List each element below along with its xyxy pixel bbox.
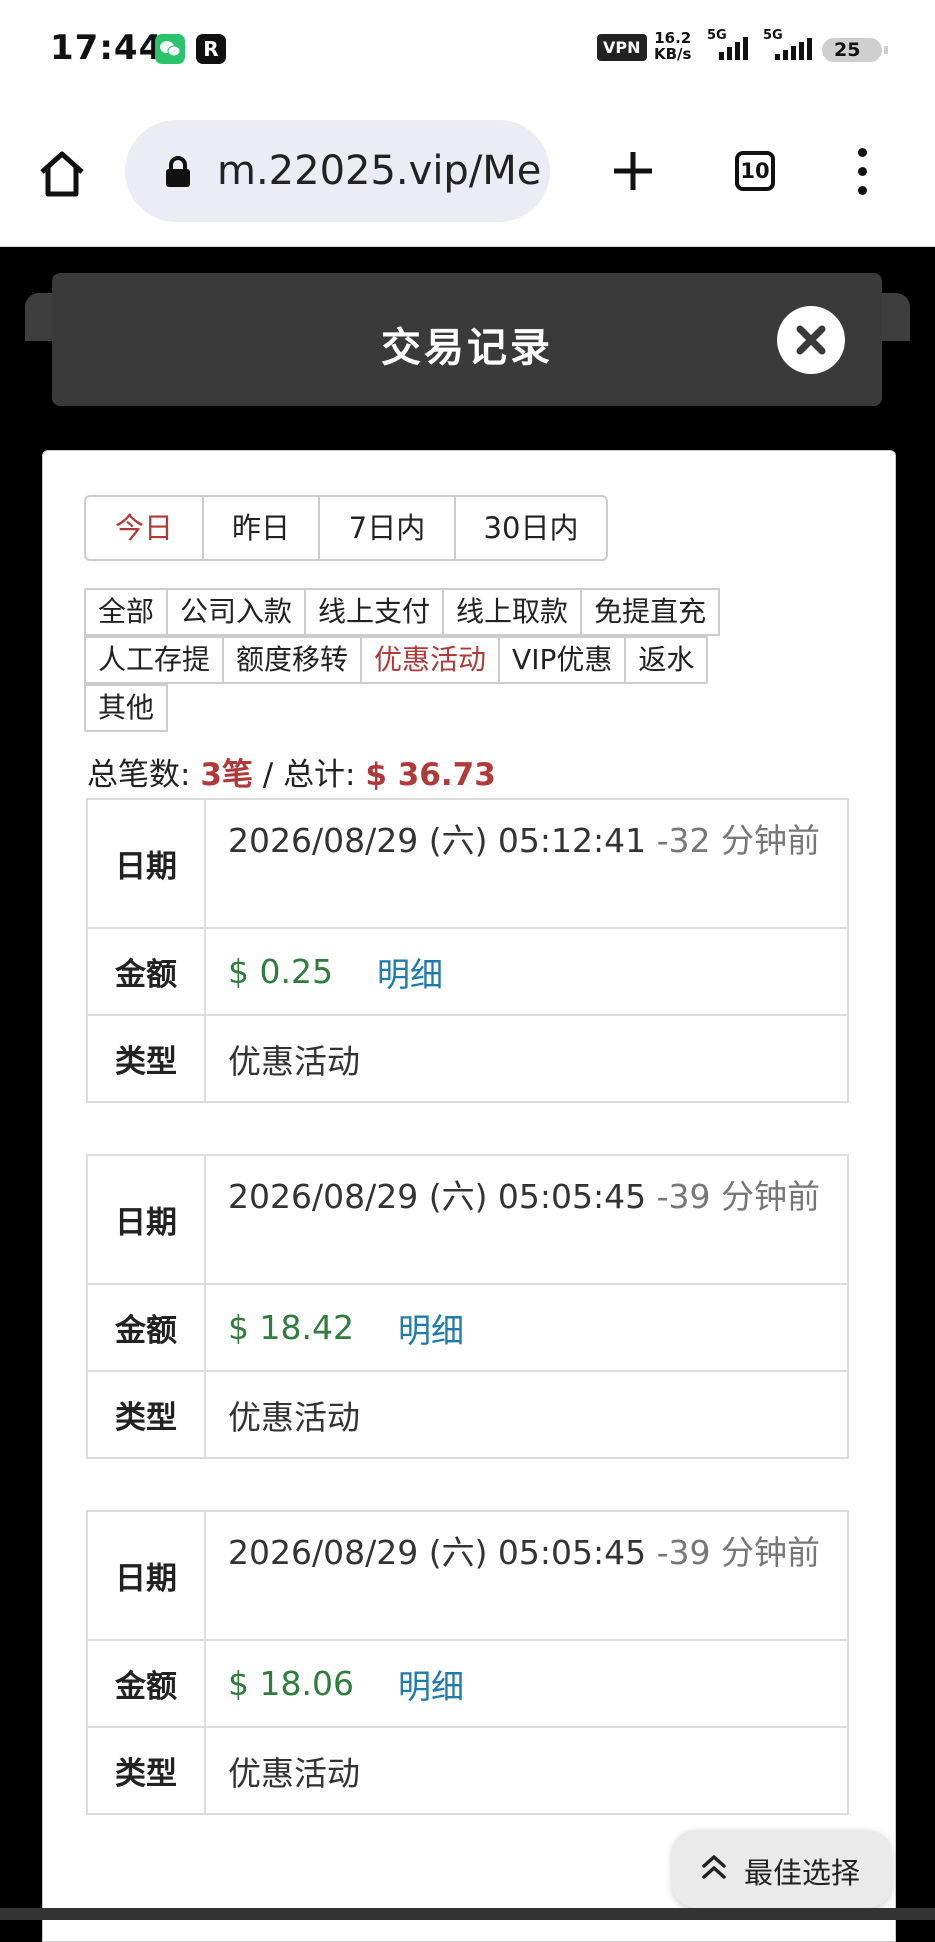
record-amount: $ 18.06 [228,1664,354,1703]
double-chevron-up-icon [702,1855,726,1879]
total-amount: $ 36.73 [365,757,496,793]
new-tab-icon[interactable] [610,148,656,194]
record-amount: $ 0.25 [228,952,333,991]
category-manual[interactable]: 人工存提 [84,636,225,684]
type-label: 类型 [88,1372,206,1457]
status-bar: 17:44 R VPN 16.2 KB/s 5G 5G 25 [0,0,935,100]
modal-header: 交易记录 [52,273,882,406]
transaction-record: 日期 2026/08/29 (六) 05:12:41 -32 分钟前 金额 $ … [86,798,849,1103]
total-count: 3笔 [200,757,253,793]
browser-toolbar: m.22025.vip/Me 10 [0,100,935,247]
summary-line: 总笔数: 3笔 / 总计: $ 36.73 [87,757,496,793]
network-speed: 16.2 KB/s [654,29,692,63]
home-icon[interactable] [36,148,88,200]
date-label: 日期 [88,800,206,927]
date-label: 日期 [88,1156,206,1283]
category-transfer[interactable]: 额度移转 [222,636,363,684]
best-choice-button[interactable]: 最佳选择 [672,1830,892,1908]
record-date: 2026/08/29 (六) 05:05:45 -39 分钟前 [228,1177,821,1216]
date-label: 日期 [88,1512,206,1639]
tab-switcher-button[interactable]: 10 [735,151,775,191]
detail-link[interactable]: 明细 [377,948,443,996]
signal-sim1-icon: 5G [707,26,757,66]
best-choice-label: 最佳选择 [744,1856,861,1890]
category-filter-row: 全部 公司入款 线上支付 线上取款 免提直充 [84,588,721,636]
status-time: 17:44 [50,28,164,68]
date-filter-yesterday[interactable]: 昨日 [204,497,320,559]
record-amount: $ 18.42 [228,1308,354,1347]
more-menu-icon[interactable] [856,148,868,196]
amount-label: 金额 [88,929,206,1014]
transaction-record: 日期 2026/08/29 (六) 05:05:45 -39 分钟前 金额 $ … [86,1510,849,1815]
category-direct-recharge[interactable]: 免提直充 [580,588,721,636]
category-promotion[interactable]: 优惠活动 [360,636,501,684]
amount-label: 金额 [88,1285,206,1370]
category-filter-row: 人工存提 额度移转 优惠活动 VIP优惠 返水 [84,636,709,684]
battery-indicator: 25 [822,38,888,62]
category-online-payment[interactable]: 线上支付 [304,588,445,636]
close-button[interactable] [777,306,845,374]
wechat-icon [155,34,185,64]
record-type: 优惠活动 [228,1397,360,1437]
vpn-badge: VPN [597,34,647,61]
r-app-icon: R [196,34,226,64]
record-type: 优惠活动 [228,1753,360,1793]
detail-link[interactable]: 明细 [398,1660,464,1708]
category-online-withdrawal[interactable]: 线上取款 [442,588,583,636]
address-bar[interactable]: m.22025.vip/Me [125,120,550,222]
bottom-nav-strip [0,1908,935,1920]
amount-label: 金额 [88,1641,206,1726]
transaction-record: 日期 2026/08/29 (六) 05:05:45 -39 分钟前 金额 $ … [86,1154,849,1459]
category-vip-bonus[interactable]: VIP优惠 [498,636,627,684]
record-date: 2026/08/29 (六) 05:12:41 -32 分钟前 [228,821,821,860]
date-filter-group: 今日 昨日 7日内 30日内 [84,495,608,561]
url-text: m.22025.vip/Me [217,148,542,194]
close-icon [796,325,826,355]
category-filter-row: 其他 [84,684,169,732]
type-label: 类型 [88,1728,206,1813]
type-label: 类型 [88,1016,206,1101]
category-company-deposit[interactable]: 公司入款 [166,588,307,636]
transactions-panel: 今日 昨日 7日内 30日内 全部 公司入款 线上支付 线上取款 免提直充 人工… [42,450,896,1942]
record-type: 优惠活动 [228,1041,360,1081]
category-other[interactable]: 其他 [84,684,169,732]
date-filter-30days[interactable]: 30日内 [456,497,606,559]
date-filter-today[interactable]: 今日 [86,497,204,559]
modal-title: 交易记录 [381,325,553,371]
record-date: 2026/08/29 (六) 05:05:45 -39 分钟前 [228,1533,821,1572]
category-rebate[interactable]: 返水 [624,636,709,684]
lock-icon [166,156,190,187]
detail-link[interactable]: 明细 [398,1304,464,1352]
signal-sim2-icon: 5G [763,26,813,66]
category-all[interactable]: 全部 [84,588,169,636]
date-filter-7days[interactable]: 7日内 [320,497,456,559]
